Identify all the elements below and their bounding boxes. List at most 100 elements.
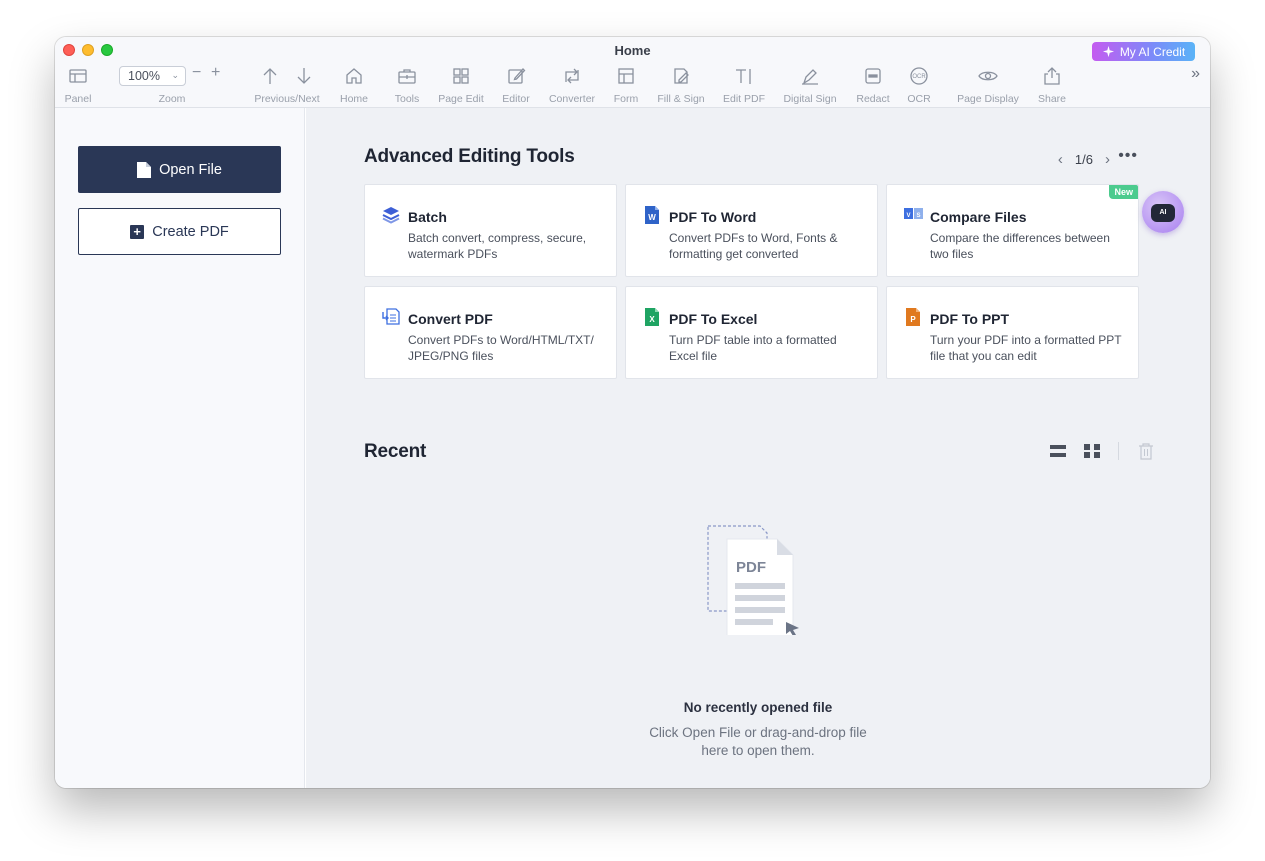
toolbar-label: Home xyxy=(339,93,368,105)
pdf-illustration-label: PDF xyxy=(736,559,766,576)
list-view-icon[interactable] xyxy=(1050,443,1066,459)
edit-icon xyxy=(508,68,526,84)
page-indicator: 1/6 xyxy=(1074,152,1093,167)
zoom-in-button[interactable]: + xyxy=(211,64,220,82)
card-description: Convert PDFs to Word, Fonts & formatting… xyxy=(669,231,838,261)
card-description: Convert PDFs to Word/HTML/TXT/ JPEG/PNG … xyxy=(408,333,594,363)
svg-text:OCR: OCR xyxy=(912,74,926,80)
toolbar-more-button[interactable]: » xyxy=(1191,65,1200,83)
toolbar-label: OCR xyxy=(907,93,931,105)
toolbar-label: Share xyxy=(1037,93,1067,105)
fill-sign-icon xyxy=(674,68,689,84)
toolbox-icon xyxy=(398,69,416,84)
layers-icon xyxy=(382,207,400,224)
toolbar-ocr[interactable]: OCR OCR xyxy=(905,65,933,105)
excel-icon: X xyxy=(645,308,659,326)
zoom-out-button[interactable]: − xyxy=(192,64,201,82)
card-title: PDF To Excel xyxy=(669,311,758,327)
home-icon xyxy=(346,68,362,84)
word-icon: W xyxy=(645,206,659,224)
next-page-button[interactable]: › xyxy=(1105,151,1110,168)
ai-credit-button[interactable]: My AI Credit xyxy=(1092,42,1195,61)
window-title: Home xyxy=(614,43,651,58)
ai-assistant-button[interactable]: AI xyxy=(1142,191,1184,233)
panel-icon xyxy=(69,69,87,83)
trash-icon[interactable] xyxy=(1137,442,1155,460)
empty-state-title: No recently opened file xyxy=(683,700,833,715)
toolbar-page-edit[interactable]: Page Edit xyxy=(436,65,486,105)
toolbar-label: Zoom xyxy=(158,93,186,105)
ai-credit-label: My AI Credit xyxy=(1119,44,1186,59)
toolbar-redact[interactable]: Redact xyxy=(854,65,892,105)
card-description: Turn PDF table into a formatted Excel fi… xyxy=(669,333,837,363)
grid-view-icon[interactable] xyxy=(1084,443,1100,459)
app-window: Home My AI Credit Panel 100% ⌄ − + Zoom … xyxy=(55,37,1210,788)
tool-card-batch[interactable]: Batch Batch convert, compress, secure, w… xyxy=(364,184,617,277)
empty-state-line: here to open them. xyxy=(701,743,815,758)
tool-card-convert-pdf[interactable]: Convert PDF Convert PDFs to Word/HTML/TX… xyxy=(364,286,617,379)
toolbar-fill-sign[interactable]: Fill & Sign xyxy=(655,65,707,105)
eye-icon xyxy=(978,71,998,81)
divider xyxy=(1118,442,1119,460)
share-icon xyxy=(1044,67,1060,85)
create-pdf-label: Create PDF xyxy=(152,223,229,240)
toolbar-label: Editor xyxy=(502,93,530,105)
excel-glyph: X xyxy=(649,315,655,324)
toolbar-tools[interactable]: Tools xyxy=(392,65,422,105)
tool-card-pdf-to-word[interactable]: W PDF To Word Convert PDFs to Word, Font… xyxy=(625,184,878,277)
toolbar-editor[interactable]: Editor xyxy=(500,65,532,105)
toolbar-label: Panel xyxy=(64,93,92,105)
toolbar-label: Fill & Sign xyxy=(657,93,705,105)
card-description: Batch convert, compress, secure, waterma… xyxy=(408,231,587,261)
plus-icon: + xyxy=(130,224,145,239)
recent-section-title: Recent xyxy=(364,441,427,462)
more-options-button[interactable]: ••• xyxy=(1118,147,1138,165)
toolbar-previous-next[interactable]: Previous/Next xyxy=(251,65,323,105)
tools-section-title: Advanced Editing Tools xyxy=(364,146,575,167)
arrow-down-icon xyxy=(297,68,311,84)
tool-card-compare-files[interactable]: VS Compare Files Compare the differences… xyxy=(886,184,1139,277)
toolbar-form[interactable]: Form xyxy=(611,65,641,105)
file-icon xyxy=(137,161,152,178)
toolbar-label: Redact xyxy=(856,93,890,105)
word-glyph: W xyxy=(648,213,656,222)
card-title: Batch xyxy=(408,209,447,225)
ai-robot-icon: AI xyxy=(1151,204,1175,222)
card-description: Turn your PDF into a formatted PPT file … xyxy=(930,333,1122,363)
toolbar-share[interactable]: Share xyxy=(1036,65,1068,105)
convert-icon xyxy=(565,68,579,84)
toolbar-label: Form xyxy=(613,93,639,105)
create-pdf-button[interactable]: + Create PDF xyxy=(78,208,281,255)
toolbar-edit-pdf[interactable]: Edit PDF xyxy=(721,65,767,105)
tool-card-pdf-to-ppt[interactable]: P PDF To PPT Turn your PDF into a format… xyxy=(886,286,1139,379)
ppt-glyph: P xyxy=(910,315,916,324)
arrow-up-icon xyxy=(263,68,277,84)
card-title: PDF To PPT xyxy=(930,311,1010,327)
prev-page-button[interactable]: ‹ xyxy=(1058,151,1063,168)
toolbar-home[interactable]: Home xyxy=(338,65,370,105)
svg-text:S: S xyxy=(916,213,920,219)
empty-state-description: Click Open File or drag-and-drop file he… xyxy=(306,724,1210,760)
card-title: Convert PDF xyxy=(408,311,493,327)
toolbar-label: Converter xyxy=(548,93,596,105)
ocr-icon: OCR xyxy=(910,67,928,85)
compare-icon: VS xyxy=(904,208,923,219)
toolbar-zoom: Zoom xyxy=(153,65,191,105)
toolbar-label: Edit PDF xyxy=(722,93,765,105)
pen-icon xyxy=(802,69,818,85)
toolbar-digital-sign[interactable]: Digital Sign xyxy=(780,65,840,105)
main-content: Advanced Editing Tools ‹ 1/6 › ••• Batch… xyxy=(306,108,1210,788)
toolbar-page-display[interactable]: Page Display xyxy=(954,65,1022,105)
grid-icon xyxy=(453,68,469,84)
tools-pager: ‹ 1/6 › xyxy=(1058,151,1110,168)
sidebar: Open File + Create PDF xyxy=(55,108,305,788)
toolbar-label: Digital Sign xyxy=(783,93,837,105)
toolbar-label: Previous/Next xyxy=(254,93,320,105)
new-badge: New xyxy=(1109,185,1138,199)
open-file-label: Open File xyxy=(159,161,222,178)
empty-pdf-illustration: PDF xyxy=(707,525,799,635)
tool-card-pdf-to-excel[interactable]: X PDF To Excel Turn PDF table into a for… xyxy=(625,286,878,379)
toolbar-panel[interactable]: Panel xyxy=(63,65,93,105)
open-file-button[interactable]: Open File xyxy=(78,146,281,193)
toolbar-converter[interactable]: Converter xyxy=(546,65,598,105)
